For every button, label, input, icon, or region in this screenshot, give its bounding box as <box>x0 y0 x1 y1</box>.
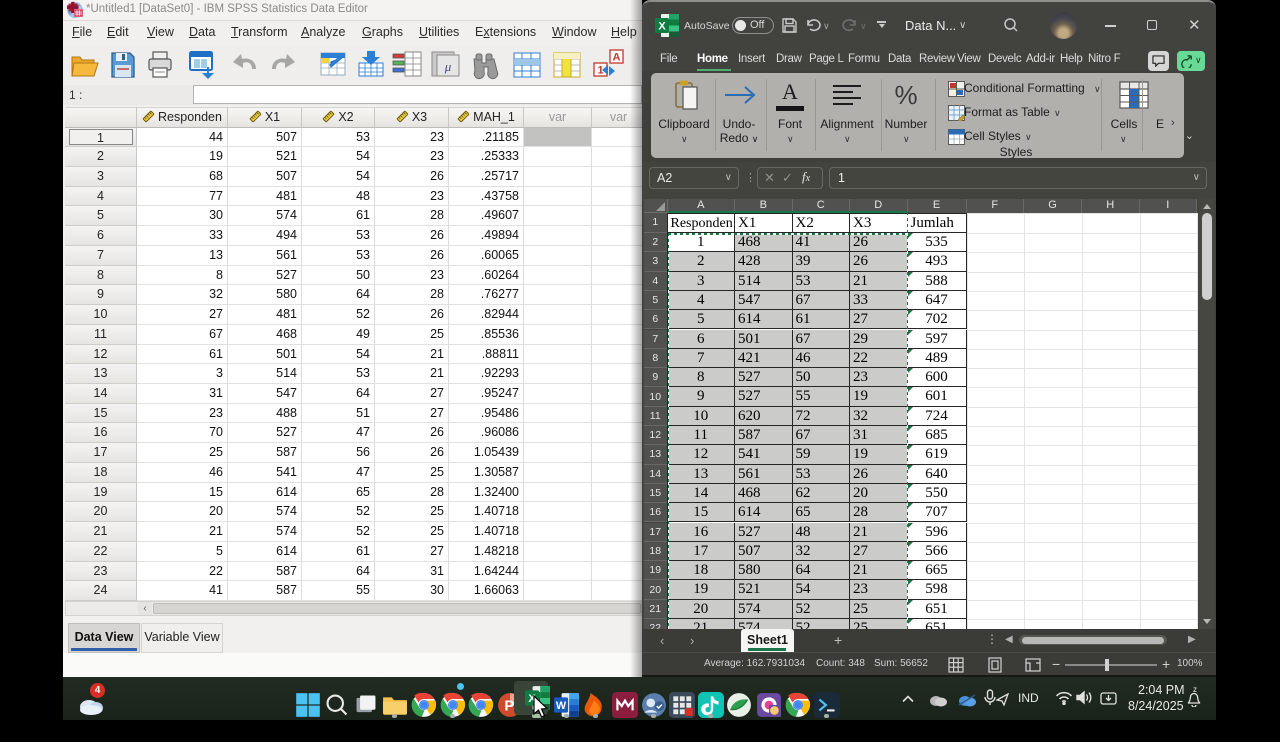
svg-text:X: X <box>658 21 666 33</box>
svg-text:μ: μ <box>444 59 452 74</box>
svg-text:W: W <box>556 700 567 712</box>
svg-text:P: P <box>504 697 514 714</box>
svg-text:A: A <box>613 52 621 64</box>
